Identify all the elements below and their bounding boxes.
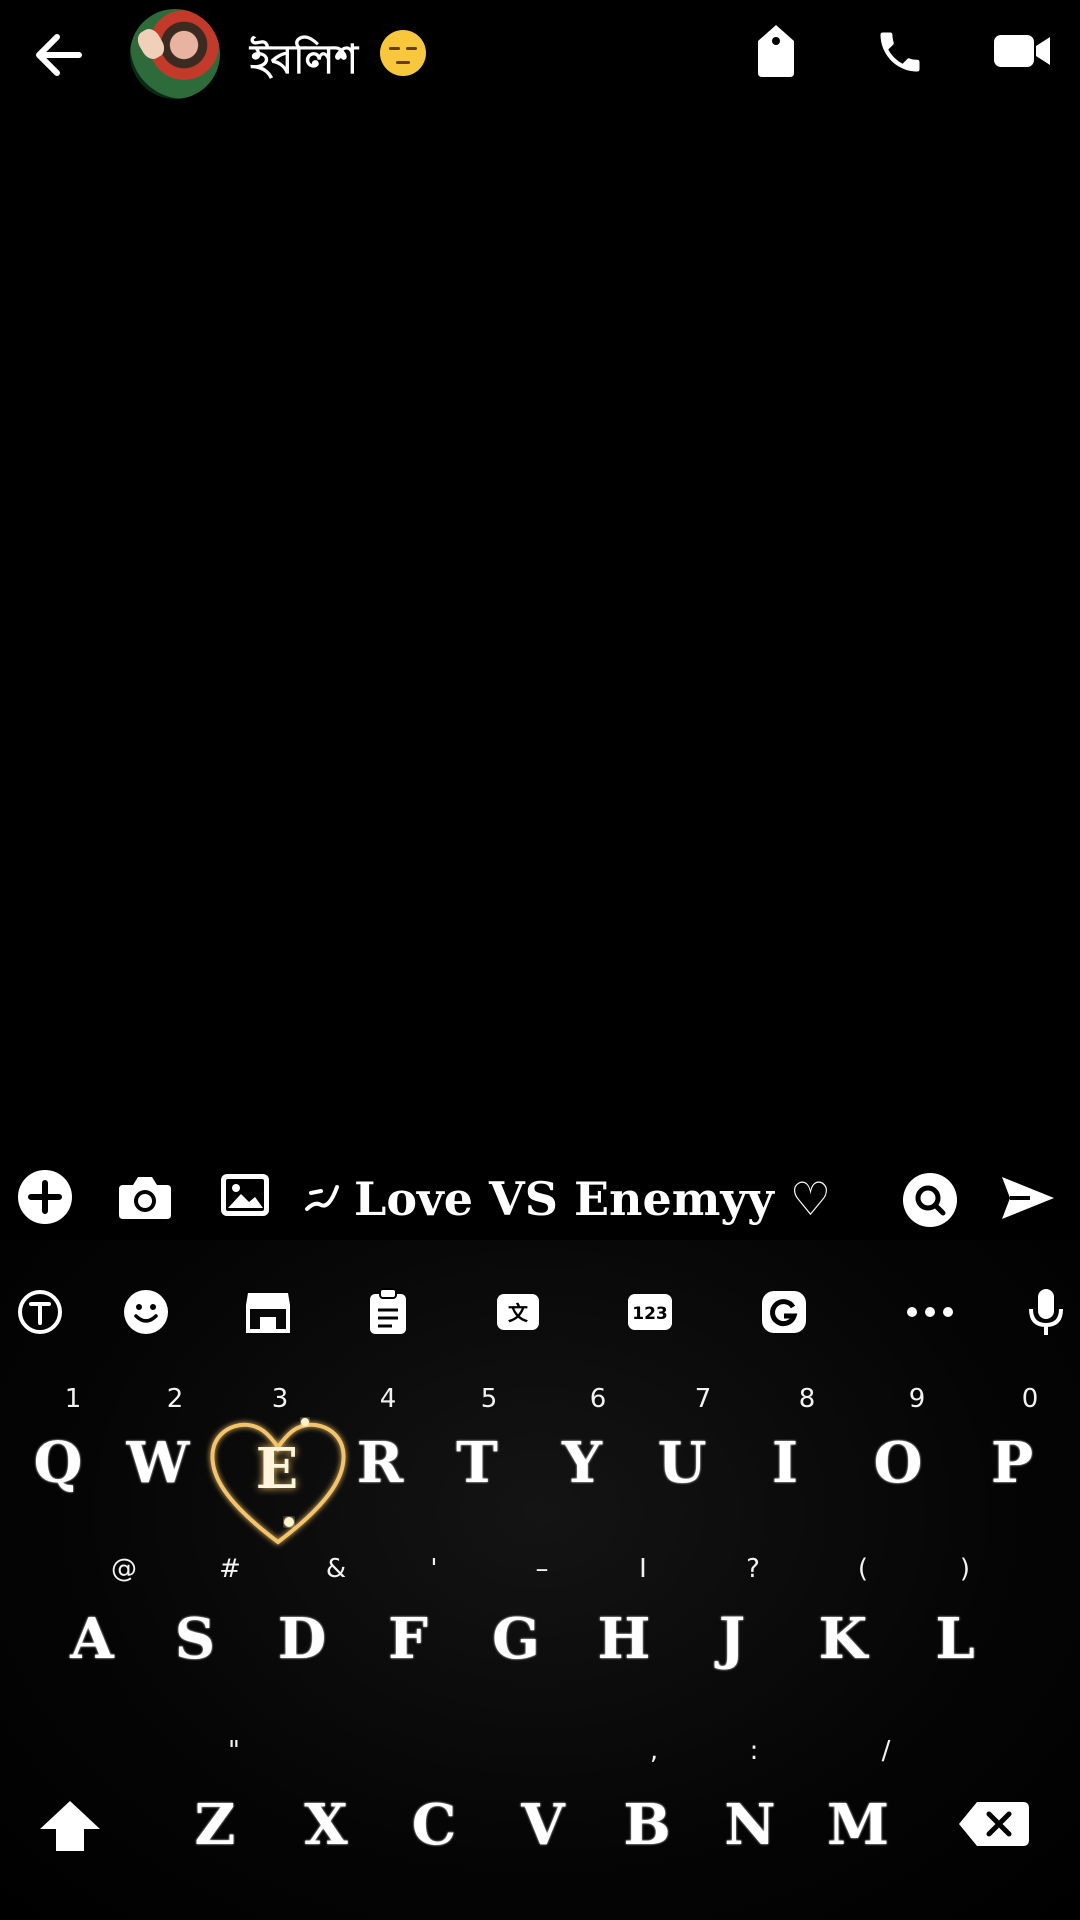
key-a[interactable]: A — [52, 1604, 132, 1674]
number-hint: 9 — [908, 1384, 926, 1414]
number-hint: 8 — [798, 1384, 816, 1414]
key-f[interactable]: F — [368, 1604, 448, 1674]
tag-icon[interactable] — [750, 20, 802, 82]
symbol-hint: ) — [959, 1554, 971, 1584]
gallery-icon[interactable] — [218, 1170, 272, 1220]
key-n[interactable]: N — [710, 1790, 790, 1860]
voice-call-icon[interactable] — [870, 22, 930, 82]
key-r[interactable]: R — [340, 1428, 420, 1498]
symbol-hint: ' — [430, 1554, 438, 1584]
key-o[interactable]: O — [858, 1428, 938, 1498]
svg-text:文: 文 — [508, 1301, 529, 1325]
symbol-hint: I — [639, 1554, 647, 1584]
key-k[interactable]: K — [803, 1604, 883, 1674]
symbol-hint: , — [649, 1736, 659, 1766]
symbol-hint: & — [325, 1554, 347, 1584]
symbol-hint: @ — [111, 1554, 137, 1584]
key-t[interactable]: T — [437, 1428, 517, 1498]
contact-name[interactable]: ইবলিশ — [250, 28, 358, 95]
unamused-face-icon — [380, 30, 426, 76]
symbol-hint: ( — [857, 1554, 869, 1584]
camera-icon[interactable] — [116, 1170, 174, 1224]
number-hint: 0 — [1021, 1384, 1039, 1414]
key-q[interactable]: Q — [18, 1428, 98, 1498]
message-input[interactable]: Love VS Enemyy ♡ — [354, 1172, 831, 1226]
translate-icon[interactable]: 文 — [492, 1286, 544, 1338]
number-hint: 3 — [271, 1384, 289, 1414]
number-hint: 5 — [480, 1384, 498, 1414]
key-d[interactable]: D — [262, 1604, 342, 1674]
add-circle-icon[interactable] — [16, 1168, 74, 1226]
key-g[interactable]: G — [476, 1604, 556, 1674]
symbol-hint: : — [749, 1736, 759, 1766]
g-logo-icon[interactable] — [758, 1286, 810, 1338]
backspace-icon[interactable] — [956, 1796, 1032, 1852]
key-z[interactable]: Z — [175, 1790, 255, 1860]
key-h[interactable]: H — [584, 1604, 664, 1674]
symbol-hint: / — [881, 1736, 891, 1766]
text-style-icon[interactable] — [14, 1286, 66, 1338]
key-v[interactable]: V — [503, 1790, 583, 1860]
key-y[interactable]: Y — [542, 1428, 622, 1498]
number-hint: 4 — [379, 1384, 397, 1414]
key-j[interactable]: J — [692, 1604, 772, 1674]
key-p[interactable]: P — [972, 1428, 1052, 1498]
number-hint: 2 — [166, 1384, 184, 1414]
emoji-icon[interactable] — [120, 1286, 172, 1338]
number-hint: 7 — [694, 1384, 712, 1414]
number-hint: 1 — [64, 1384, 82, 1414]
microphone-icon[interactable] — [1020, 1286, 1072, 1338]
clipboard-icon[interactable] — [362, 1286, 414, 1338]
key-e[interactable]: E — [237, 1434, 317, 1504]
handwriting-icon — [302, 1178, 342, 1218]
number-hint: 6 — [589, 1384, 607, 1414]
back-arrow-icon[interactable] — [30, 30, 86, 80]
key-i[interactable]: I — [745, 1428, 825, 1498]
more-options-icon[interactable] — [904, 1286, 956, 1338]
send-icon[interactable] — [998, 1170, 1058, 1226]
symbol-hint: ? — [746, 1554, 760, 1584]
store-icon[interactable] — [242, 1286, 294, 1338]
key-m[interactable]: M — [818, 1790, 898, 1860]
numbers-icon[interactable]: 123 — [624, 1286, 676, 1338]
symbol-hint: " — [228, 1736, 240, 1766]
shift-icon[interactable] — [36, 1796, 104, 1856]
symbol-hint: – — [535, 1554, 549, 1584]
video-call-icon[interactable] — [990, 26, 1054, 76]
symbol-hint: # — [219, 1554, 241, 1584]
key-b[interactable]: B — [607, 1790, 687, 1860]
key-u[interactable]: U — [642, 1428, 722, 1498]
key-c[interactable]: C — [394, 1790, 474, 1860]
key-x[interactable]: X — [286, 1790, 366, 1860]
search-icon[interactable] — [902, 1172, 958, 1228]
key-w[interactable]: W — [118, 1428, 198, 1498]
key-s[interactable]: S — [155, 1604, 235, 1674]
key-l[interactable]: L — [915, 1604, 995, 1674]
svg-text:123: 123 — [632, 1304, 668, 1324]
contact-avatar[interactable] — [130, 9, 220, 99]
